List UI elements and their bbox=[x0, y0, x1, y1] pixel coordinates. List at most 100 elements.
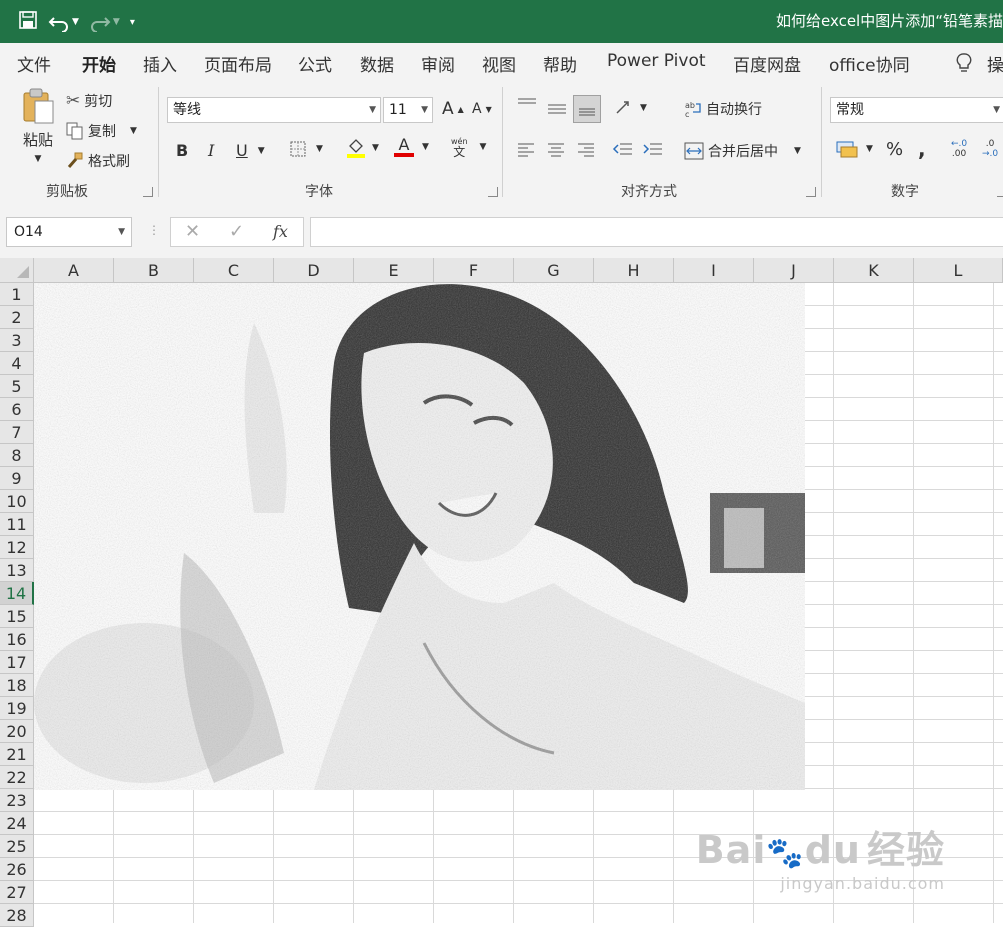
row-header[interactable]: 3 bbox=[0, 329, 34, 352]
column-header-g[interactable]: G bbox=[514, 258, 594, 283]
orientation-button[interactable]: ▼ bbox=[614, 99, 647, 117]
row-header[interactable]: 17 bbox=[0, 651, 34, 674]
row-header[interactable]: 2 bbox=[0, 306, 34, 329]
align-bottom-button[interactable] bbox=[573, 95, 601, 123]
clipboard-launcher-icon[interactable] bbox=[143, 187, 153, 197]
number-launcher-icon[interactable] bbox=[997, 187, 1003, 197]
increase-indent-button[interactable] bbox=[642, 141, 664, 157]
cut-button[interactable]: ✂ 剪切 bbox=[66, 91, 112, 111]
percent-style-button[interactable]: % bbox=[886, 139, 903, 160]
phonetic-button[interactable]: wén 文 ▼ bbox=[451, 137, 486, 158]
save-icon[interactable] bbox=[18, 10, 38, 34]
font-name-select[interactable]: 等线 ▼ bbox=[167, 97, 381, 123]
drag-handle-icon[interactable]: ⋮ bbox=[148, 223, 160, 237]
tab-formulas[interactable]: 公式 bbox=[298, 51, 332, 76]
font-color-button[interactable]: A ▼ bbox=[394, 137, 429, 157]
row-header[interactable]: 15 bbox=[0, 605, 34, 628]
row-header[interactable]: 6 bbox=[0, 398, 34, 421]
copy-button[interactable]: 复制 ▼ bbox=[66, 121, 137, 141]
row-header[interactable]: 12 bbox=[0, 536, 34, 559]
paste-button[interactable]: 粘贴 ▼ bbox=[18, 87, 58, 164]
merge-center-button[interactable]: 合并后居中 ▼ bbox=[684, 141, 801, 161]
increase-decimal-button[interactable]: ←.0.00 bbox=[951, 139, 967, 159]
alignment-launcher-icon[interactable] bbox=[806, 187, 816, 197]
enter-icon[interactable]: ✓ bbox=[229, 221, 244, 242]
row-header[interactable]: 13 bbox=[0, 559, 34, 582]
row-header[interactable]: 11 bbox=[0, 513, 34, 536]
comma-style-button[interactable]: , bbox=[918, 137, 926, 161]
name-box[interactable]: O14 ▼ bbox=[6, 217, 132, 247]
align-left-button[interactable] bbox=[516, 141, 536, 157]
column-header-k[interactable]: K bbox=[834, 258, 914, 283]
column-header-f[interactable]: F bbox=[434, 258, 514, 283]
lightbulb-icon[interactable] bbox=[955, 52, 973, 78]
row-header[interactable]: 25 bbox=[0, 835, 34, 858]
row-header[interactable]: 28 bbox=[0, 904, 34, 927]
row-header[interactable]: 5 bbox=[0, 375, 34, 398]
tab-review[interactable]: 审阅 bbox=[421, 51, 455, 76]
redo-icon[interactable]: ▼ bbox=[89, 12, 120, 32]
row-header-selected[interactable]: 14 bbox=[0, 582, 34, 605]
tell-me-search[interactable]: 操 bbox=[987, 51, 1003, 76]
row-header[interactable]: 22 bbox=[0, 766, 34, 789]
tab-insert[interactable]: 插入 bbox=[143, 51, 177, 76]
grow-font-button[interactable]: A ▲ bbox=[442, 99, 464, 119]
borders-button[interactable]: ▼ bbox=[290, 141, 323, 157]
wrap-text-button[interactable]: ab c 自动换行 bbox=[684, 99, 762, 119]
column-header-d[interactable]: D bbox=[274, 258, 354, 283]
row-header[interactable]: 27 bbox=[0, 881, 34, 904]
formula-input[interactable] bbox=[310, 217, 1003, 247]
insert-function-icon[interactable]: fx bbox=[273, 222, 288, 241]
row-header[interactable]: 26 bbox=[0, 858, 34, 881]
column-header-b[interactable]: B bbox=[114, 258, 194, 283]
row-header[interactable]: 23 bbox=[0, 789, 34, 812]
tab-help[interactable]: 帮助 bbox=[543, 51, 577, 76]
fill-color-button[interactable]: ▼ bbox=[346, 137, 379, 159]
column-header-a[interactable]: A bbox=[34, 258, 114, 283]
row-header[interactable]: 1 bbox=[0, 283, 34, 306]
tab-view[interactable]: 视图 bbox=[482, 51, 516, 76]
align-center-button[interactable] bbox=[546, 141, 566, 157]
accounting-format-button[interactable]: ▼ bbox=[836, 139, 873, 159]
column-header-i[interactable]: I bbox=[674, 258, 754, 283]
customize-qat-icon[interactable]: ▾ bbox=[130, 17, 135, 28]
align-middle-button[interactable] bbox=[546, 101, 568, 117]
cancel-icon[interactable]: ✕ bbox=[185, 221, 200, 242]
row-header[interactable]: 10 bbox=[0, 490, 34, 513]
row-header[interactable]: 24 bbox=[0, 812, 34, 835]
row-header[interactable]: 19 bbox=[0, 697, 34, 720]
undo-icon[interactable]: ▼ bbox=[48, 12, 79, 32]
tab-page-layout[interactable]: 页面布局 bbox=[204, 51, 272, 76]
italic-button[interactable]: I bbox=[208, 141, 214, 160]
font-launcher-icon[interactable] bbox=[488, 187, 498, 197]
align-right-button[interactable] bbox=[576, 141, 596, 157]
column-header-j[interactable]: J bbox=[754, 258, 834, 283]
tab-home[interactable]: 开始 bbox=[82, 51, 116, 84]
decrease-indent-button[interactable] bbox=[612, 141, 634, 157]
align-top-button[interactable] bbox=[516, 97, 538, 113]
tab-power-pivot[interactable]: Power Pivot bbox=[607, 51, 706, 71]
number-format-select[interactable]: 常规 ▼ bbox=[830, 97, 1003, 123]
tab-file[interactable]: 文件 bbox=[17, 51, 51, 76]
underline-button[interactable]: U ▼ bbox=[236, 141, 265, 160]
format-painter-button[interactable]: 格式刷 bbox=[66, 151, 130, 171]
row-header[interactable]: 7 bbox=[0, 421, 34, 444]
column-header-h[interactable]: H bbox=[594, 258, 674, 283]
row-header[interactable]: 8 bbox=[0, 444, 34, 467]
column-header-e[interactable]: E bbox=[354, 258, 434, 283]
sketch-picture[interactable] bbox=[34, 283, 805, 790]
row-header[interactable]: 20 bbox=[0, 720, 34, 743]
column-header-l[interactable]: L bbox=[914, 258, 1003, 283]
bold-button[interactable]: B bbox=[176, 141, 188, 160]
row-header[interactable]: 18 bbox=[0, 674, 34, 697]
row-header[interactable]: 16 bbox=[0, 628, 34, 651]
shrink-font-button[interactable]: A ▼ bbox=[472, 101, 492, 117]
row-header[interactable]: 9 bbox=[0, 467, 34, 490]
row-header[interactable]: 4 bbox=[0, 352, 34, 375]
select-all-button[interactable] bbox=[0, 258, 34, 283]
row-header[interactable]: 21 bbox=[0, 743, 34, 766]
tab-data[interactable]: 数据 bbox=[360, 51, 394, 76]
decrease-decimal-button[interactable]: .0 →.0 bbox=[982, 139, 998, 159]
font-size-select[interactable]: 11 ▼ bbox=[383, 97, 433, 123]
tab-office-collab[interactable]: office协同 bbox=[829, 51, 910, 76]
